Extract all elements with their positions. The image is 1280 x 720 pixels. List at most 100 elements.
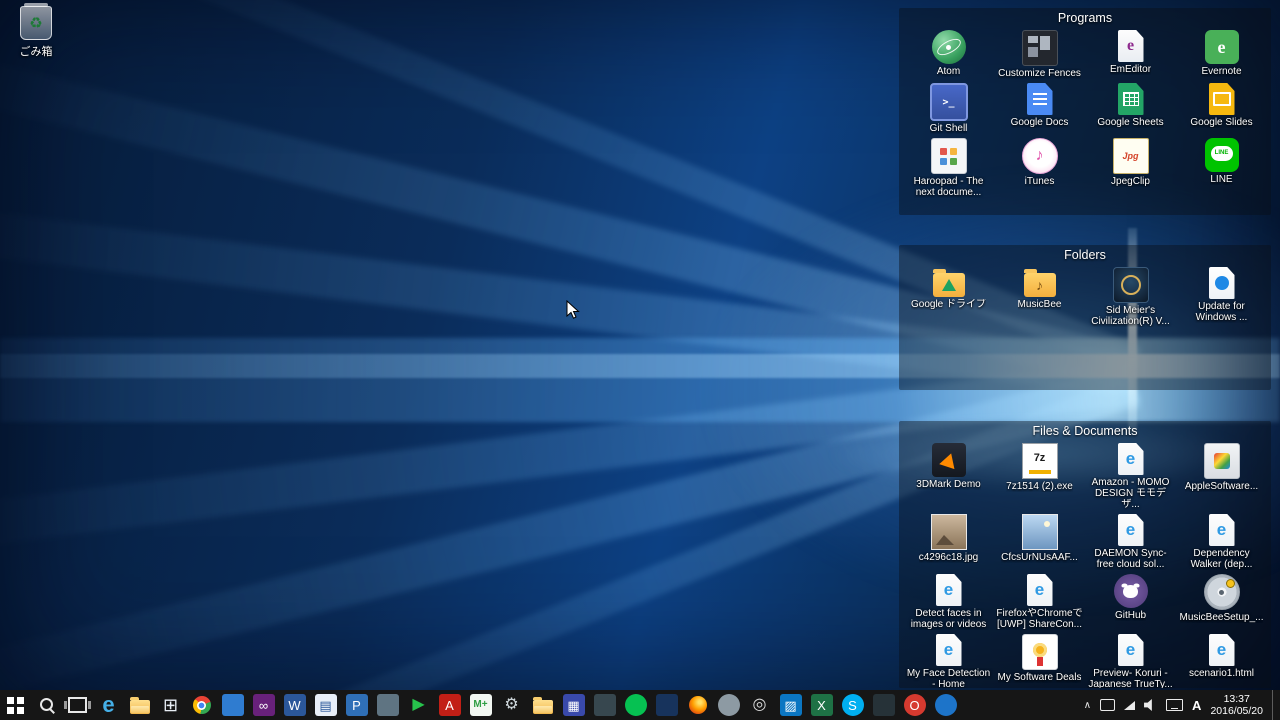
desktop-icon[interactable]: Dependency Walker (dep... — [1176, 514, 1267, 570]
desktop-icon[interactable]: JpegClip — [1085, 138, 1176, 198]
taskbar-word[interactable]: W — [279, 690, 310, 720]
show-desktop-button[interactable] — [1272, 690, 1278, 720]
desktop-icon[interactable]: Evernote — [1176, 30, 1267, 79]
taskbar-file-explorer[interactable] — [124, 690, 155, 720]
desktop-icon[interactable]: MusicBeeSetup_... — [1176, 574, 1267, 630]
recycle-bin[interactable]: ごみ箱 — [4, 3, 68, 59]
desktop-icon-label: FirefoxやChromeで [UWP] ShareCon... — [996, 608, 1083, 630]
tray-tablet-icon[interactable] — [1100, 699, 1116, 711]
desktop-icon[interactable]: scenario1.html — [1176, 634, 1267, 688]
desktop-icon[interactable]: Google Slides — [1176, 83, 1267, 134]
atom-icon — [931, 30, 966, 64]
taskbar-mplus[interactable]: M+ — [465, 690, 496, 720]
desktop-icon[interactable]: 3DMark Demo — [903, 443, 994, 510]
taskbar-app-slate[interactable] — [372, 690, 403, 720]
desktop-icon[interactable]: iTunes — [994, 138, 1085, 198]
desktop-icon[interactable]: MusicBee — [994, 267, 1085, 327]
taskbar-app-navy-icon — [655, 694, 678, 716]
emeditor-icon — [1117, 30, 1144, 62]
taskbar: e ⊞ ∞ W ▤ P ▶ A M+ ⚙ ▦ ◎ ▨ X S O ∧ A 13:37 2016/05/20 — [0, 690, 1280, 720]
desktop-icon[interactable]: AppleSoftware... — [1176, 443, 1267, 510]
desktop-icon[interactable]: My Face Detection - Home — [903, 634, 994, 688]
fence-programs[interactable]: Programs Atom Customize Fences EmEditor Eve… — [899, 8, 1271, 215]
edge-html-icon — [1117, 514, 1144, 546]
desktop-icon-label: Google Slides — [1190, 117, 1253, 128]
desktop-icon[interactable]: LINE — [1176, 138, 1267, 198]
start-button[interactable] — [0, 690, 31, 720]
taskbar-app-blue-round[interactable] — [930, 690, 961, 720]
desktop-icon[interactable]: FirefoxやChromeで [UWP] ShareCon... — [994, 574, 1085, 630]
taskbar-store[interactable]: ⊞ — [155, 690, 186, 720]
taskbar-program-p[interactable]: P — [341, 690, 372, 720]
desktop-icon-label: Customize Fences — [998, 68, 1081, 79]
taskbar-excel[interactable]: X — [806, 690, 837, 720]
desktop-icon[interactable]: Sid Meier's Civilization(R) V... — [1085, 267, 1176, 327]
search-button[interactable] — [31, 690, 62, 720]
taskbar-settings[interactable]: ⚙ — [496, 690, 527, 720]
taskbar-app-gray-icon — [717, 694, 740, 716]
taskbar-photos[interactable]: ▨ — [775, 690, 806, 720]
desktop-icon[interactable]: Haroopad - The next docume... — [903, 138, 994, 198]
taskbar-app-gray[interactable] — [713, 690, 744, 720]
taskbar-app-black[interactable] — [868, 690, 899, 720]
taskbar-clock[interactable]: 13:37 2016/05/20 — [1210, 693, 1263, 717]
ime-mode-indicator[interactable]: A — [1192, 698, 1201, 713]
edge-html-icon — [1208, 514, 1235, 546]
ime-keyboard-icon[interactable] — [1166, 699, 1184, 711]
taskbar-document-app[interactable]: ▤ — [310, 690, 341, 720]
musicbee-folder-icon — [1023, 269, 1056, 297]
taskbar-folder-2[interactable] — [527, 690, 558, 720]
desktop-icon-label: scenario1.html — [1188, 668, 1255, 679]
desktop-icon[interactable]: Google Sheets — [1085, 83, 1176, 134]
evernote-icon — [1204, 30, 1239, 64]
taskbar-camera[interactable]: ◎ — [744, 690, 775, 720]
clock-date: 2016/05/20 — [1210, 705, 1263, 717]
taskbar-app-blue[interactable] — [217, 690, 248, 720]
desktop-icon-label: GitHub — [1114, 610, 1147, 621]
network-icon[interactable] — [1124, 700, 1136, 710]
taskbar-app-dark[interactable] — [589, 690, 620, 720]
desktop-icon[interactable]: Update for Windows ... — [1176, 267, 1267, 327]
taskbar-visual-studio[interactable]: ∞ — [248, 690, 279, 720]
desktop-icon[interactable]: Preview- Koruri - Japanese TrueTy... — [1085, 634, 1176, 688]
desktop-icon[interactable]: Amazon - MOMO DESIGN モモデザ... — [1085, 443, 1176, 510]
desktop-icon[interactable]: Detect faces in images or videos — [903, 574, 994, 630]
desktop-wallpaper: ごみ箱 Programs Atom Customize Fences EmEdito… — [0, 0, 1280, 690]
taskbar-edge[interactable]: e — [93, 690, 124, 720]
taskbar-word-icon: W — [283, 694, 306, 716]
desktop-icon[interactable]: Customize Fences — [994, 30, 1085, 79]
desktop-icon[interactable]: GitHub — [1085, 574, 1176, 630]
taskbar-media-play[interactable]: ▶ — [403, 690, 434, 720]
taskbar-acrobat[interactable]: A — [434, 690, 465, 720]
hidden-icons-chevron[interactable]: ∧ — [1084, 700, 1091, 711]
taskbar-acrobat-icon: A — [438, 694, 461, 716]
desktop-icon[interactable]: Git Shell — [903, 83, 994, 134]
taskbar-line[interactable] — [620, 690, 651, 720]
apple-installer-icon — [1203, 443, 1240, 479]
desktop-icon[interactable]: 7z1514 (2).exe — [994, 443, 1085, 510]
desktop-icon[interactable]: My Software Deals — [994, 634, 1085, 688]
desktop-icon[interactable]: Google Docs — [994, 83, 1085, 134]
taskbar-skype[interactable]: S — [837, 690, 868, 720]
desktop-icon[interactable]: CfcsUrNUsAAF... — [994, 514, 1085, 570]
desktop-icon-label: JpegClip — [1111, 176, 1150, 187]
desktop-icon[interactable]: DAEMON Sync- free cloud sol... — [1085, 514, 1176, 570]
desktop-icon-label: My Software Deals — [997, 672, 1082, 683]
fence-files-documents[interactable]: Files & Documents 3DMark Demo 7z1514 (2).… — [899, 421, 1271, 688]
taskbar-app-navy[interactable] — [651, 690, 682, 720]
edge-html-icon — [935, 634, 962, 666]
fence-files-grid: 3DMark Demo 7z1514 (2).exe Amazon - MOMO D… — [899, 443, 1271, 688]
taskbar-firefox[interactable] — [682, 690, 713, 720]
desktop-icon[interactable]: c4296c18.jpg — [903, 514, 994, 570]
task-view-button[interactable] — [62, 690, 93, 720]
desktop-icon[interactable]: Atom — [903, 30, 994, 79]
volume-icon[interactable] — [1144, 699, 1152, 711]
desktop-icon[interactable]: Google ドライブ — [903, 267, 994, 327]
taskbar-opera[interactable]: O — [899, 690, 930, 720]
desktop-icon-label: Sid Meier's Civilization(R) V... — [1091, 305, 1170, 327]
taskbar-video-app[interactable]: ▦ — [558, 690, 589, 720]
taskbar-skype-icon: S — [841, 694, 864, 716]
fence-folders[interactable]: Folders Google ドライブ MusicBee Sid Meier's C… — [899, 245, 1271, 390]
taskbar-chrome[interactable] — [186, 690, 217, 720]
desktop-icon[interactable]: EmEditor — [1085, 30, 1176, 79]
